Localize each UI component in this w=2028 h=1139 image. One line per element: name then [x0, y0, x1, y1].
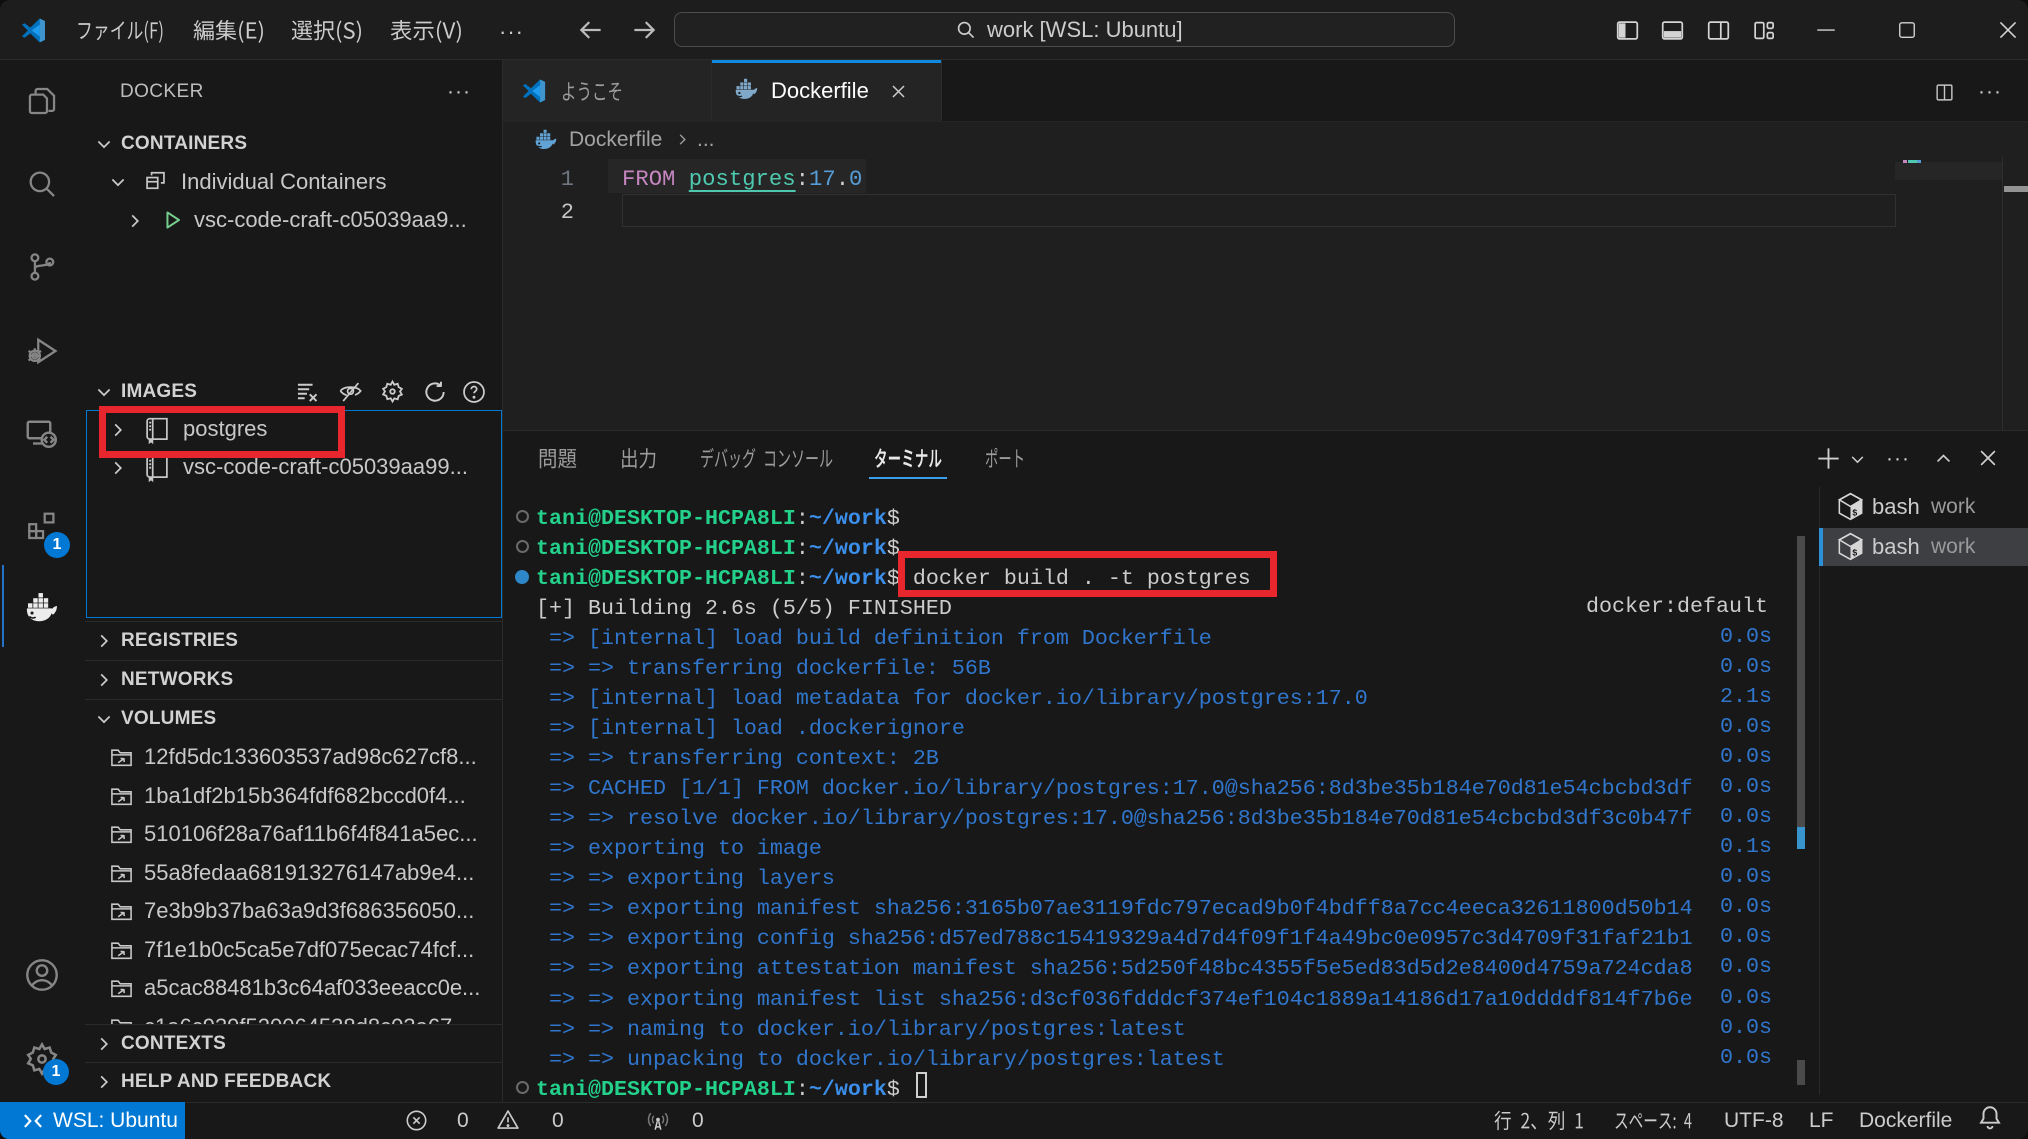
svg-text:$: $ — [1852, 508, 1858, 518]
svg-text:$: $ — [1852, 548, 1858, 558]
